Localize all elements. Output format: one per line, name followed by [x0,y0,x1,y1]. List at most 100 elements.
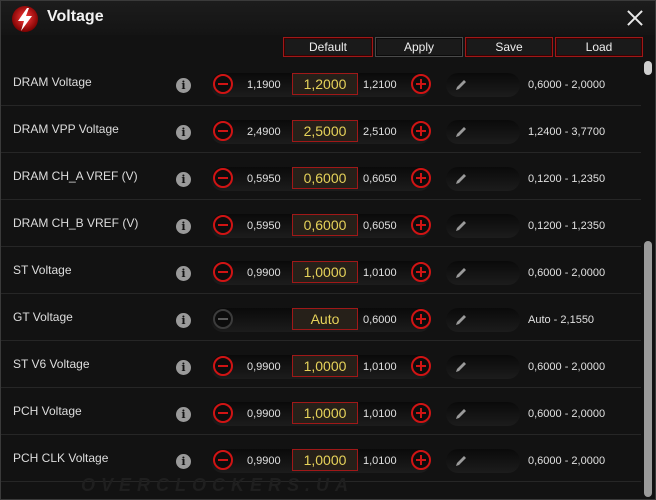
info-icon[interactable]: i [176,125,191,140]
upper-step-value: 1,0100 [363,361,397,373]
edit-button[interactable] [446,261,520,285]
setting-label: DRAM CH_B VREF (V) [13,216,139,230]
setting-label: GT Voltage [13,310,73,324]
value-range: 0,6000 - 2,0000 [528,408,606,420]
decrement-button[interactable] [213,215,233,235]
upper-step-value: 1,2100 [363,79,397,91]
upper-step-value: 1,0100 [363,408,397,420]
voltage-row: GT Voltage i Auto 0,6000 Auto - 2,1550 [1,294,641,341]
voltage-row: ST Voltage i 0,9900 1,0000 1,0100 0,6000 - 2,… [1,247,641,294]
increment-button[interactable] [411,215,431,235]
lower-step-value: 0,9900 [247,267,281,279]
setting-label: PCH CLK Voltage [13,451,109,465]
default-button[interactable]: Default [283,37,373,57]
voltage-row: PCH Voltage i 0,9900 1,0000 1,0100 0,6000 - 2… [1,388,641,435]
edit-button[interactable] [446,167,520,191]
lower-step-value: 0,5950 [247,173,281,185]
edit-button[interactable] [446,73,520,97]
pencil-icon [456,268,466,278]
edit-button[interactable] [446,449,520,473]
decrement-button[interactable] [213,168,233,188]
pencil-icon [456,456,466,466]
value-range: 1,2400 - 3,7700 [528,126,606,138]
value-input[interactable]: 2,5000 [292,120,358,142]
decrement-button[interactable] [213,356,233,376]
value-range: 0,6000 - 2,0000 [528,267,606,279]
scrollbar-thumb[interactable] [644,241,652,497]
setting-label: DRAM VPP Voltage [13,122,119,136]
watermark: OVERCLOCKERS.UA [81,475,355,495]
save-button[interactable]: Save [465,37,553,57]
value-range: 0,1200 - 1,2350 [528,220,606,232]
upper-step-value: 1,0100 [363,267,397,279]
decrement-button[interactable] [213,121,233,141]
pencil-icon [456,80,466,90]
increment-button[interactable] [411,356,431,376]
setting-label: ST V6 Voltage [13,357,90,371]
upper-step-value: 0,6050 [363,173,397,185]
value-range: 0,6000 - 2,0000 [528,455,606,467]
voltage-row: DRAM Voltage i 1,1900 1,2000 1,2100 0,6000 - … [1,59,641,106]
pencil-icon [456,362,466,372]
info-icon[interactable]: i [176,360,191,375]
decrement-button[interactable] [213,450,233,470]
decrement-button[interactable] [213,309,233,329]
info-icon[interactable]: i [176,313,191,328]
setting-label: DRAM Voltage [13,75,92,89]
value-range: 0,1200 - 1,2350 [528,173,606,185]
title-bar: Voltage [1,1,655,35]
lower-step-value: 2,4900 [247,126,281,138]
value-input[interactable]: 1,2000 [292,73,358,95]
upper-step-value: 0,6000 [363,314,397,326]
close-icon[interactable] [627,10,643,26]
value-input[interactable]: 1,0000 [292,449,358,471]
info-icon[interactable]: i [176,78,191,93]
increment-button[interactable] [411,262,431,282]
info-icon[interactable]: i [176,454,191,469]
value-input[interactable]: 1,0000 [292,261,358,283]
load-button[interactable]: Load [555,37,643,57]
apply-button[interactable]: Apply [375,37,463,57]
scrollbar-top-segment[interactable] [644,61,652,75]
edit-button[interactable] [446,214,520,238]
voltage-row: DRAM CH_A VREF (V) i 0,5950 0,6000 0,6050 0,1… [1,153,641,200]
edit-button[interactable] [446,120,520,144]
voltage-row: DRAM VPP Voltage i 2,4900 2,5000 2,5100 1,240… [1,106,641,153]
increment-button[interactable] [411,309,431,329]
pencil-icon [456,174,466,184]
increment-button[interactable] [411,450,431,470]
lower-step-value: 0,5950 [247,220,281,232]
upper-step-value: 1,0100 [363,455,397,467]
value-input[interactable]: 1,0000 [292,355,358,377]
increment-button[interactable] [411,403,431,423]
value-input[interactable]: 0,6000 [292,214,358,236]
edit-button[interactable] [446,355,520,379]
increment-button[interactable] [411,74,431,94]
voltage-row: DRAM CH_B VREF (V) i 0,5950 0,6000 0,6050 0,1… [1,200,641,247]
lower-step-value: 1,1900 [247,79,281,91]
upper-step-value: 0,6050 [363,220,397,232]
pencil-icon [456,221,466,231]
decrement-button[interactable] [213,262,233,282]
edit-button[interactable] [446,308,520,332]
decrement-button[interactable] [213,403,233,423]
value-range: Auto - 2,1550 [528,314,595,326]
lower-step-value: 0,9900 [247,361,281,373]
setting-label: ST Voltage [13,263,72,277]
info-icon[interactable]: i [176,219,191,234]
info-icon[interactable]: i [176,172,191,187]
value-input[interactable]: 0,6000 [292,167,358,189]
increment-button[interactable] [411,168,431,188]
value-input[interactable]: Auto [292,308,358,330]
setting-label: PCH Voltage [13,404,82,418]
increment-button[interactable] [411,121,431,141]
lightning-logo-icon [12,6,38,32]
value-range: 0,6000 - 2,0000 [528,361,606,373]
value-input[interactable]: 1,0000 [292,402,358,424]
info-icon[interactable]: i [176,266,191,281]
voltage-window: Voltage Default Apply Save Load DRAM Vol… [0,0,656,500]
info-icon[interactable]: i [176,407,191,422]
scrollbar[interactable] [642,59,654,499]
decrement-button[interactable] [213,74,233,94]
edit-button[interactable] [446,402,520,426]
